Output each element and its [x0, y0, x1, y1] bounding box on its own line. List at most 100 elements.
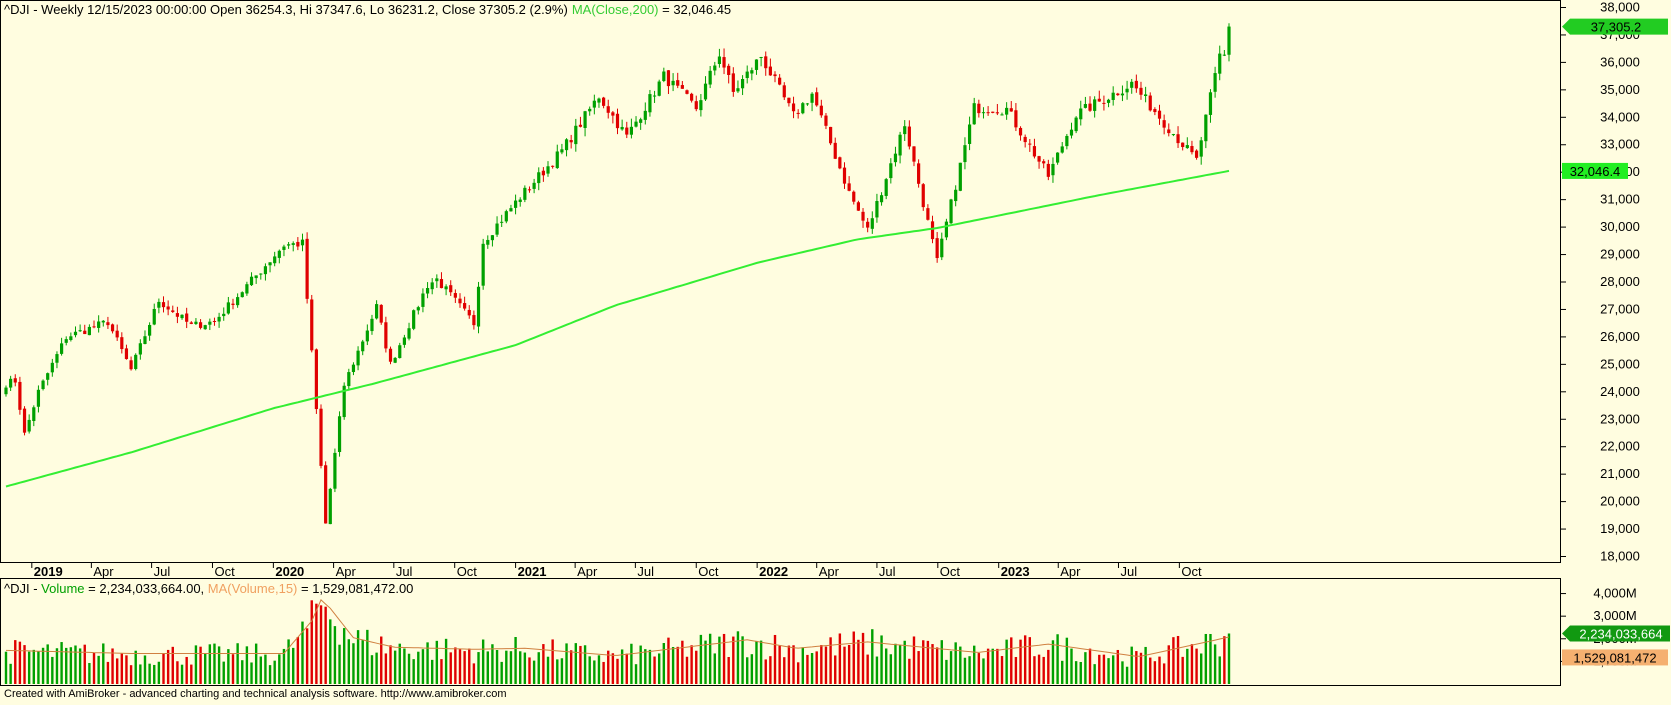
candle-body [1204, 114, 1208, 142]
volume-bar [88, 663, 91, 684]
candle-body [1037, 156, 1041, 162]
volume-bar [1056, 634, 1059, 684]
candle-body [1106, 99, 1111, 103]
volume-bar [342, 628, 346, 684]
candle-body [1148, 95, 1152, 111]
candle-body [801, 103, 805, 114]
price-y-tick-label: 20,000 [1600, 494, 1640, 509]
volume-bar [852, 631, 855, 684]
volume-bar [254, 643, 258, 684]
candle-body [18, 381, 22, 410]
volume-header-ma-label: MA(Volume,15) [208, 581, 298, 596]
volume-bar [148, 663, 151, 684]
candle-body [819, 105, 823, 116]
candle-body [282, 246, 286, 250]
volume-bar [871, 629, 874, 684]
last-close-tag: 37,305.2 [1562, 18, 1668, 35]
candle-body [1176, 134, 1180, 144]
candle-body [1194, 150, 1199, 158]
volume-bar [574, 643, 578, 684]
volume-bar [273, 660, 276, 684]
candle-body [115, 330, 119, 338]
volume-bar [463, 651, 466, 684]
candle-body [828, 126, 833, 144]
candle-body [750, 70, 754, 74]
volume-bar [157, 661, 161, 684]
volume-header: ^DJI - Volume = 2,234,033,664.00, MA(Vol… [4, 581, 413, 596]
candle-body [402, 337, 407, 345]
candle-body [1125, 88, 1129, 93]
candle-body [713, 65, 717, 71]
volume-bar [1162, 663, 1166, 684]
candle-body [509, 208, 513, 212]
candle-body [1139, 87, 1143, 95]
candle-body [439, 279, 444, 289]
volume-bar [648, 649, 652, 684]
candle-body [564, 139, 569, 151]
x-tick-label: Apr [819, 564, 840, 579]
volume-bar [268, 665, 272, 684]
volume-bar [366, 629, 369, 684]
candle-body [185, 313, 189, 322]
volume-bar [278, 654, 281, 684]
ma-last-tag: 32,046.4 [1562, 162, 1628, 179]
volume-bar [1079, 661, 1082, 684]
candle-body [291, 243, 295, 245]
volume-bar [736, 631, 740, 684]
price-y-tick-label: 34,000 [1600, 109, 1640, 124]
candle-body [472, 315, 476, 326]
volume-bar [495, 650, 499, 684]
volume-bar [347, 639, 351, 684]
volume-bar [125, 655, 128, 684]
volume-ma-tag: 1,529,081,472 [1562, 649, 1668, 666]
volume-bar [699, 634, 703, 684]
candle-body [152, 308, 156, 325]
x-tick-label: Apr [93, 564, 114, 579]
volume-bar [792, 645, 795, 684]
candle-body [805, 103, 810, 105]
candle-body [912, 146, 916, 162]
candle-body [226, 302, 230, 314]
x-tick-label: 2022 [759, 564, 788, 579]
volume-bar [607, 650, 610, 684]
candle-body [870, 218, 874, 229]
candle-body [1153, 109, 1157, 113]
candle-body [815, 92, 819, 106]
volume-bar [1195, 648, 1198, 684]
volume-bar [329, 619, 332, 684]
candle-body [592, 100, 596, 108]
volume-bar [1190, 644, 1194, 684]
candle-body [634, 121, 638, 127]
candle-body [847, 183, 851, 191]
volume-bar [9, 663, 12, 684]
volume-bar [796, 662, 800, 684]
candle-body [504, 211, 508, 222]
volume-bar [834, 655, 837, 684]
volume-bar [940, 640, 943, 684]
candle-body [97, 321, 101, 328]
volume-bar [1070, 648, 1073, 684]
candle-body [551, 165, 555, 167]
volume-bar [1200, 653, 1203, 684]
candle-body [337, 416, 342, 453]
candle-body [421, 293, 425, 307]
volume-bar [472, 663, 476, 684]
volume-bar [264, 654, 267, 684]
volume-bar [1125, 666, 1129, 684]
candle-body [518, 199, 522, 202]
volume-bar [551, 639, 554, 684]
volume-bar [458, 649, 462, 684]
candle-body [286, 244, 291, 246]
volume-y-tick-label: 3,000M [1593, 608, 1636, 623]
candle-body [27, 419, 31, 432]
x-tick-label: 2021 [518, 564, 547, 579]
candle-body [940, 238, 944, 258]
volume-bar [97, 655, 100, 684]
candle-body [444, 286, 448, 290]
volume-bar [843, 646, 846, 684]
volume-header-value: = 2,234,033,664.00, [85, 581, 208, 596]
volume-bar [1074, 661, 1078, 684]
candle-body [824, 115, 828, 126]
volume-bar [588, 656, 591, 684]
volume-bar [727, 656, 730, 684]
